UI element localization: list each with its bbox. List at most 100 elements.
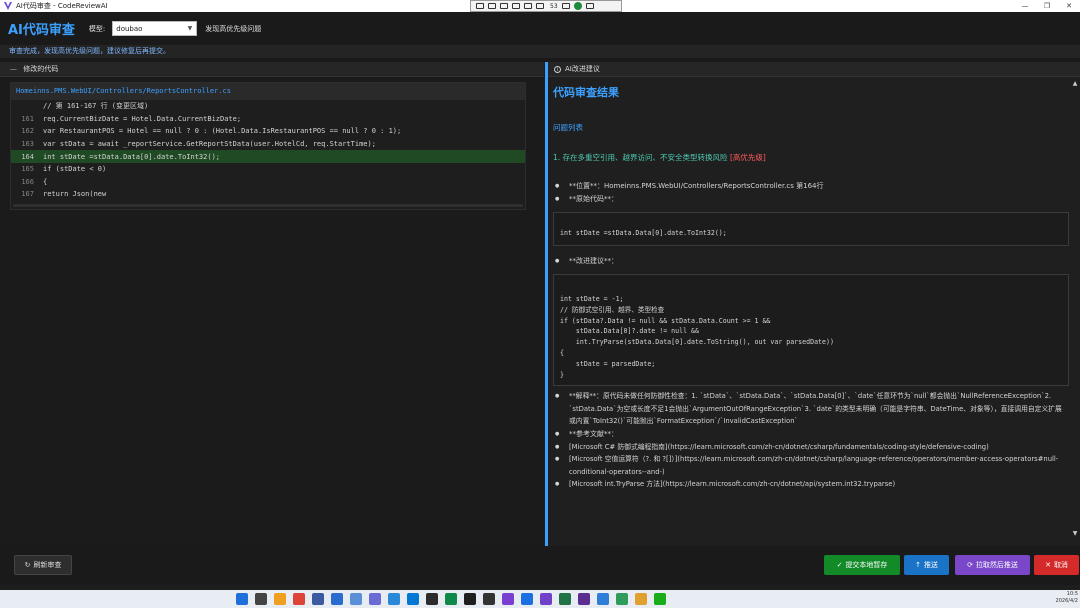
taskbar-app-icon[interactable] (312, 593, 324, 605)
taskbar-app-icon[interactable] (426, 593, 438, 605)
maximize-button[interactable]: ❐ (1036, 0, 1058, 12)
window-title: AI代码审查 - CodeReviewAI (16, 2, 108, 10)
camera-icon[interactable] (512, 3, 520, 9)
app-logo-icon (4, 2, 12, 10)
taskbar-app-icon[interactable] (521, 593, 533, 605)
taskbar-app-icon[interactable] (616, 593, 628, 605)
window-controls: — ❐ ✕ (1014, 0, 1080, 12)
cancel-label: 取消 (1053, 561, 1068, 569)
minimize-button[interactable]: — (1014, 0, 1036, 12)
priority-badge: [高优先级] (729, 153, 766, 162)
push-button[interactable]: ↑ 推送 (904, 555, 949, 575)
screen-recorder-toolbar: 53 (470, 0, 622, 12)
line-number: 164 (21, 152, 34, 161)
code-line: 165 if (stDate < 0) (11, 163, 525, 176)
model-select[interactable]: doubao ▼ (112, 21, 198, 36)
ai-suggestions-panel-header: i AI改进建议 (548, 62, 1080, 77)
modified-code-panel: — 修改的代码 Homeinns.PMS.WebUI/Controllers/R… (0, 62, 544, 546)
reference-item[interactable]: [Microsoft C# 防御式编程指南](https://learn.mic… (553, 441, 1067, 454)
code-line: 164 int stDate =stData.Data[0].date.ToInt… (11, 150, 525, 163)
taskbar-app-icon[interactable] (388, 593, 400, 605)
line-text: return Json(new (43, 190, 107, 199)
reference-item[interactable]: [Microsoft 空值运算符（?. 和 ?[]）](https://lear… (553, 453, 1067, 478)
line-text: req.CurrentBizDate = Hotel.Data.CurrentB… (43, 114, 242, 123)
line-text: if (stDate < 0) (43, 165, 107, 174)
recorder-count: 53 (550, 2, 558, 10)
refresh-icon: ↻ (24, 561, 31, 569)
taskbar-app-icon[interactable] (654, 593, 666, 605)
line-text: var RestaurantPOS = Hotel == null ? 0 : … (43, 127, 402, 136)
vertical-scrollbar[interactable]: ▲ ▼ (1071, 78, 1079, 542)
scroll-down-icon[interactable]: ▼ (1071, 530, 1079, 538)
code-line: 162 var RestaurantPOS = Hotel == null ? 0… (11, 125, 525, 138)
pull-then-push-button[interactable]: ⟳ 拉取然后推送 (955, 555, 1030, 575)
check-icon[interactable] (573, 2, 582, 10)
review-heading: 代码审查结果 (553, 86, 619, 99)
reference-item[interactable]: [Microsoft int.TryParse 方法](https://lear… (553, 478, 1067, 491)
taskbar-app-icon[interactable] (293, 593, 305, 605)
taskbar-app-icon[interactable] (369, 593, 381, 605)
clock-date: 2026/4/2 (1055, 598, 1078, 604)
expand-icon[interactable] (585, 3, 594, 9)
region-capture-icon[interactable] (500, 3, 508, 9)
code-line: 163 var stData = await _reportService.Get… (11, 138, 525, 151)
taskbar-app-icon[interactable] (255, 593, 267, 605)
taskbar-app-icon[interactable] (274, 593, 286, 605)
horizontal-scrollbar[interactable] (13, 204, 523, 207)
taskbar-app-icon[interactable] (578, 593, 590, 605)
line-text: var stData = await _reportService.GetRep… (43, 140, 376, 149)
pull-then-push-label: 拉取然后推送 (975, 561, 1018, 569)
window-capture-icon[interactable] (488, 3, 496, 9)
taskbar-app-icon[interactable] (483, 593, 495, 605)
taskbar-app-icon[interactable] (597, 593, 609, 605)
taskbar-app-icon[interactable] (350, 593, 362, 605)
close-icon: ✕ (1045, 561, 1051, 569)
local-commit-label: 提交本地暂存 (845, 561, 888, 569)
taskbar-app-icon[interactable] (331, 593, 343, 605)
references-label: **参考文献**： (553, 428, 1067, 441)
modified-code-panel-header: — 修改的代码 (0, 62, 544, 77)
suggested-code-block: int stDate = -1; // 防御式空引用、越界、类型检查 if (s… (553, 274, 1069, 386)
refresh-review-button[interactable]: ↻ 刷新审查 (14, 555, 72, 575)
line-number: 167 (21, 190, 34, 199)
code-viewer: Homeinns.PMS.WebUI/Controllers/ReportsCo… (10, 82, 526, 210)
push-label: 推送 (923, 561, 938, 569)
app-header: AI代码审查 模型: doubao ▼ 发现高优先级问题 (0, 12, 1080, 45)
taskbar-app-icon[interactable] (445, 593, 457, 605)
cancel-button[interactable]: ✕ 取消 (1034, 555, 1079, 575)
review-content: 代码审查结果 问题列表 1. 存在多重空引用、越界访问、不安全类型转换风险 [高… (548, 78, 1072, 542)
line-number: 161 (21, 114, 34, 123)
system-clock[interactable]: 10:5 2026/4/2 (1056, 591, 1078, 605)
record-icon[interactable] (536, 3, 544, 9)
taskbar-app-icon[interactable] (540, 593, 552, 605)
refresh-review-label: 刷新审查 (33, 561, 62, 569)
info-icon: i (554, 65, 561, 73)
taskbar-app-icon[interactable] (236, 593, 248, 605)
line-number: 165 (21, 165, 34, 174)
taskbar-app-icon[interactable] (559, 593, 571, 605)
collapse-icon[interactable]: — (10, 65, 17, 73)
line-text: int stDate =stData.Data[0].date.ToInt32(… (43, 152, 221, 161)
pen-icon[interactable] (524, 3, 532, 9)
code-lines: // 第 161-167 行 (变更区域) 161 req.CurrentBizDa… (11, 100, 525, 201)
local-commit-button[interactable]: ✓ 提交本地暂存 (824, 555, 900, 575)
file-path: Homeinns.PMS.WebUI/Controllers/ReportsCo… (11, 83, 525, 100)
issue-location: **位置**：Homeinns.PMS.WebUI/Controllers/Re… (553, 180, 1067, 193)
scroll-up-icon[interactable]: ▲ (1071, 80, 1079, 88)
code-line: 161 req.CurrentBizDate = Hotel.Data.Curre… (11, 113, 525, 126)
explanation-text: **解释**：原代码未做任何防御性检查：1. `stData`、`stData.… (553, 390, 1067, 428)
line-text: { (43, 177, 48, 186)
taskbar-app-icon[interactable] (464, 593, 476, 605)
code-line: // 第 161-167 行 (变更区域) (11, 100, 525, 113)
settings-icon[interactable] (561, 3, 570, 9)
close-window-button[interactable]: ✕ (1058, 0, 1080, 12)
line-number: 163 (21, 140, 34, 149)
find-issues-label: 发现高优先级问题 (205, 24, 262, 33)
taskbar-app-icon[interactable] (635, 593, 647, 605)
taskbar-app-icon[interactable] (407, 593, 419, 605)
line-text: // 第 161-167 行 (变更区域) (43, 102, 149, 111)
line-number: 166 (21, 177, 34, 186)
original-code-block: int stDate =stData.Data[0].date.ToInt32(… (553, 212, 1069, 246)
taskbar-app-icon[interactable] (502, 593, 514, 605)
screen-capture-icon[interactable] (476, 3, 484, 9)
